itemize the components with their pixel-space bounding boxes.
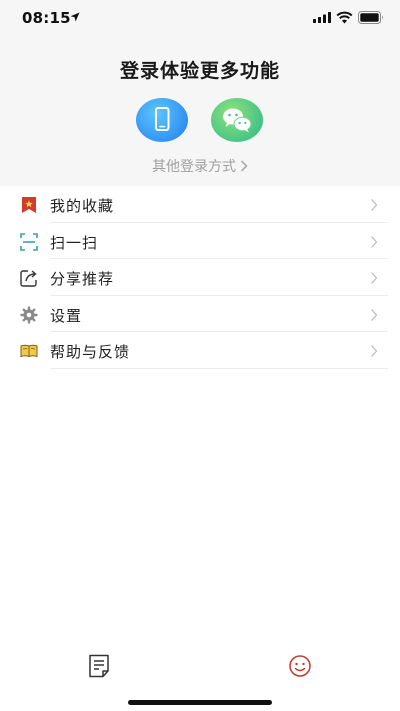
menu-item-settings[interactable]: 设置 <box>0 296 400 332</box>
cellular-signal-icon <box>313 12 331 23</box>
status-bar: 08:15 <box>0 0 400 36</box>
menu-item-favorites[interactable]: 我的收藏 <box>0 186 400 223</box>
menu-item-help-feedback[interactable]: 帮助与反馈 <box>0 332 400 369</box>
wechat-icon <box>223 108 252 133</box>
chevron-right-icon <box>371 345 378 357</box>
menu-item-label: 我的收藏 <box>50 197 115 215</box>
chevron-right-icon <box>371 308 378 321</box>
book-icon <box>20 344 38 358</box>
smiley-icon[interactable] <box>288 654 312 678</box>
status-time: 08:15 <box>22 9 71 27</box>
phone-icon <box>155 107 170 131</box>
wechat-login-button[interactable] <box>211 98 263 142</box>
menu-item-label: 扫一扫 <box>50 233 99 252</box>
divider <box>50 367 388 369</box>
other-login-link[interactable]: 其他登录方式 <box>0 156 400 176</box>
share-icon <box>20 270 37 287</box>
wifi-icon <box>336 11 353 24</box>
chevron-right-icon <box>241 160 248 172</box>
menu-list: 我的收藏 扫一扫 分享推荐 设置 帮助与反馈 <box>0 186 400 369</box>
home-indicator[interactable] <box>128 700 272 705</box>
menu-item-scan[interactable]: 扫一扫 <box>0 223 400 259</box>
menu-item-label: 分享推荐 <box>50 270 115 288</box>
chevron-right-icon <box>371 235 378 248</box>
location-arrow-icon <box>70 12 80 22</box>
other-login-label: 其他登录方式 <box>152 159 236 175</box>
battery-icon <box>358 11 383 24</box>
login-title: 登录体验更多功能 <box>119 60 280 82</box>
bookmark-icon <box>22 197 36 213</box>
chevron-right-icon <box>371 272 378 284</box>
gear-icon <box>20 306 38 323</box>
menu-item-label: 帮助与反馈 <box>50 343 131 361</box>
tab-bar <box>0 648 400 688</box>
profile-screen: 08:15 登录体验更多功能 其他登录方式 我的收藏 扫一扫 分享推荐 设置 帮… <box>0 0 400 711</box>
phone-login-button[interactable] <box>136 98 188 142</box>
menu-item-share[interactable]: 分享推荐 <box>0 259 400 296</box>
notes-icon[interactable] <box>88 654 110 678</box>
chevron-right-icon <box>371 199 378 211</box>
scan-icon <box>20 232 38 251</box>
login-header: 登录体验更多功能 其他登录方式 <box>0 36 400 186</box>
menu-item-label: 设置 <box>50 306 83 325</box>
